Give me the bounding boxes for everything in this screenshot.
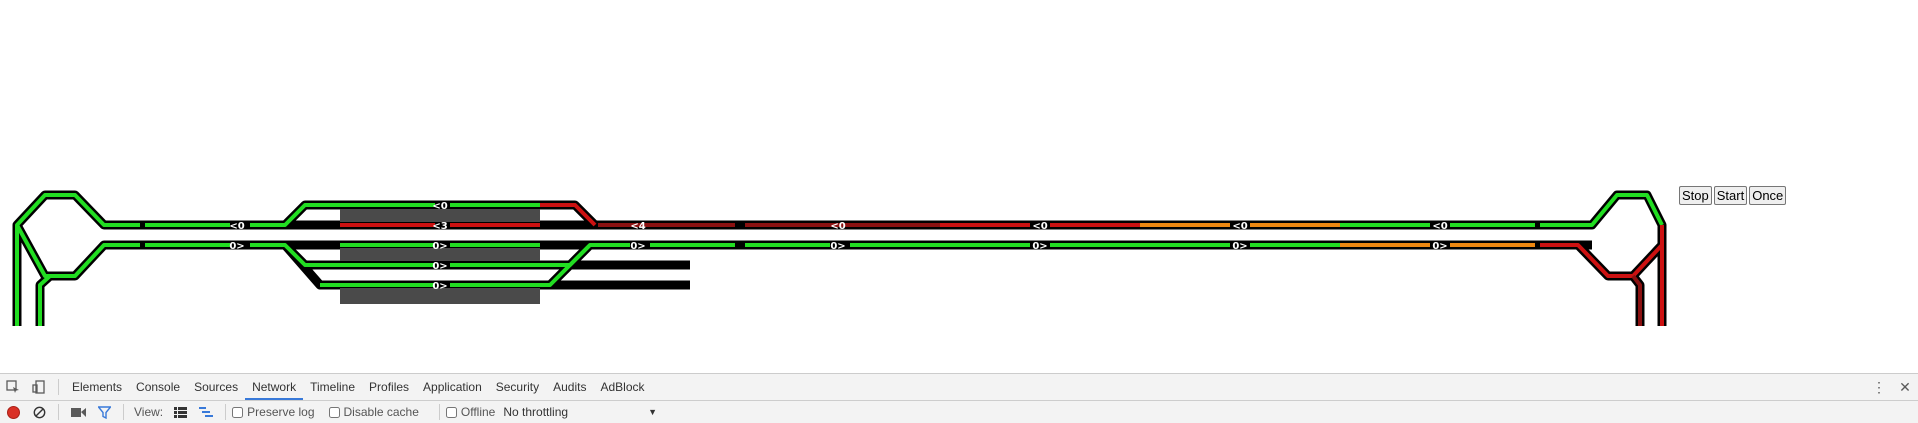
- close-icon[interactable]: ✕: [1892, 374, 1918, 400]
- devtools-tab-list: Elements Console Sources Network Timeline Pro…: [65, 374, 652, 400]
- tab-profiles[interactable]: Profiles: [362, 374, 416, 400]
- signal-label: 0>: [830, 241, 845, 252]
- signal-label: <0: [432, 201, 447, 212]
- signal-label: 0>: [1432, 241, 1447, 252]
- signal-label: 0>: [432, 241, 447, 252]
- signal-label: 0>: [630, 241, 645, 252]
- network-toolbar: View: Preserve log Disable cache Offline…: [0, 401, 1918, 423]
- tab-timeline[interactable]: Timeline: [303, 374, 362, 400]
- track-layout: <0 <0 0> <3 0> 0> 0> <4 0> <0 0> <0 0> <…: [0, 0, 1918, 373]
- rail-base: [12, 190, 1667, 326]
- throttling-value: No throttling: [503, 405, 569, 419]
- signal-label: <0: [1232, 221, 1247, 232]
- device-toolbar-icon[interactable]: [26, 374, 52, 400]
- divider: [58, 379, 59, 395]
- signal-label: 0>: [229, 241, 244, 252]
- large-rows-icon[interactable]: [167, 401, 193, 423]
- once-button[interactable]: Once: [1749, 186, 1787, 205]
- signal-label: <0: [830, 221, 845, 232]
- waterfall-icon[interactable]: [193, 401, 219, 423]
- throttling-select[interactable]: No throttling ▼: [503, 405, 657, 419]
- devtools-tabbar: Elements Console Sources Network Timeline Pro…: [0, 374, 1918, 401]
- signal-label: 0>: [432, 261, 447, 272]
- tab-sources[interactable]: Sources: [187, 374, 245, 400]
- tab-network[interactable]: Network: [245, 374, 304, 400]
- preserve-log-label: Preserve log: [247, 405, 315, 419]
- offline-label: Offline: [460, 405, 496, 419]
- filter-icon[interactable]: [91, 401, 117, 423]
- record-icon[interactable]: [0, 401, 26, 423]
- capture-screenshots-icon[interactable]: [65, 401, 91, 423]
- tab-console[interactable]: Console: [129, 374, 187, 400]
- disable-cache-label: Disable cache: [343, 405, 419, 419]
- signal-label: <0: [229, 221, 244, 232]
- signal-label: <0: [1032, 221, 1047, 232]
- signal-label: <0: [1432, 221, 1447, 232]
- chevron-down-icon: ▼: [648, 407, 657, 417]
- devtools-window-controls: ⋮ ✕: [1866, 374, 1918, 400]
- divider: [225, 404, 227, 420]
- tab-security[interactable]: Security: [489, 374, 546, 400]
- signal-label: <3: [432, 221, 447, 232]
- tab-application[interactable]: Application: [416, 374, 489, 400]
- view-label: View:: [134, 405, 164, 419]
- simulation-controls: Stop Start Once: [1679, 186, 1787, 205]
- signal-label: 0>: [432, 281, 447, 292]
- tab-adblock[interactable]: AdBlock: [593, 374, 651, 400]
- tab-audits[interactable]: Audits: [546, 374, 593, 400]
- offline-checkbox[interactable]: Offline: [445, 405, 496, 419]
- clear-icon[interactable]: [26, 401, 52, 423]
- inspect-element-icon[interactable]: [0, 374, 26, 400]
- divider: [123, 404, 124, 420]
- tab-elements[interactable]: Elements: [65, 374, 129, 400]
- more-options-icon[interactable]: ⋮: [1866, 374, 1892, 400]
- divider: [438, 404, 440, 420]
- start-button[interactable]: Start: [1713, 186, 1748, 205]
- divider: [58, 404, 59, 420]
- track-diagram: <0 <0 0> <3 0> 0> 0> <4 0> <0 0> <0 0> <…: [12, 190, 1667, 326]
- offline-input[interactable]: [445, 406, 457, 418]
- disable-cache-checkbox[interactable]: Disable cache: [328, 405, 419, 419]
- preserve-log-input[interactable]: [232, 406, 244, 418]
- signal-label: <4: [630, 221, 645, 232]
- signal-label: 0>: [1032, 241, 1047, 252]
- devtools-panel: Elements Console Sources Network Timeline Pro…: [0, 373, 1918, 423]
- preserve-log-checkbox[interactable]: Preserve log: [232, 405, 315, 419]
- disable-cache-input[interactable]: [328, 406, 340, 418]
- stop-button[interactable]: Stop: [1679, 186, 1712, 205]
- signal-label: 0>: [1232, 241, 1247, 252]
